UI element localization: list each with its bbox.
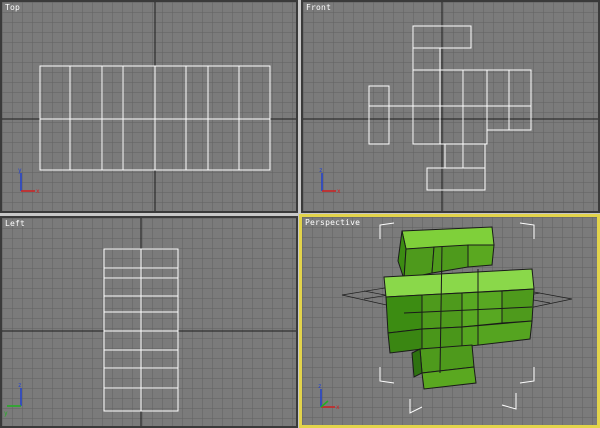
svg-text:z: z	[319, 167, 323, 174]
svg-text:x: x	[36, 188, 40, 195]
svg-text:y: y	[4, 410, 8, 417]
svg-text:z: z	[318, 383, 322, 390]
y-axis-icon	[320, 400, 329, 408]
viewport-layout: Top y x Front z x Left z y Perspective z…	[0, 0, 600, 428]
axis-gizmo: z x	[319, 167, 341, 195]
axis-gizmo: z x	[318, 383, 340, 411]
axis-gizmo: z y	[4, 382, 22, 417]
green-mesh	[383, 226, 535, 390]
svg-text:x: x	[337, 188, 341, 195]
viewport-front[interactable]: Front z x	[301, 0, 600, 213]
viewport-perspective[interactable]: Perspective z x	[299, 214, 600, 428]
viewport-left[interactable]: Left z y	[0, 216, 298, 428]
front-view-canvas: z x	[303, 2, 598, 211]
top-view-canvas: y x	[2, 2, 296, 211]
viewport-top[interactable]: Top y x	[0, 0, 298, 213]
svg-text:x: x	[336, 404, 340, 411]
top-wireframe	[39, 65, 271, 171]
svg-text:z: z	[18, 382, 22, 389]
axis-gizmo: y x	[18, 167, 40, 195]
svg-text:y: y	[18, 167, 22, 174]
front-wireframe	[368, 25, 532, 191]
left-wireframe	[103, 248, 179, 412]
left-view-canvas: z y	[2, 218, 296, 426]
perspective-view-canvas: z x	[318, 222, 573, 414]
